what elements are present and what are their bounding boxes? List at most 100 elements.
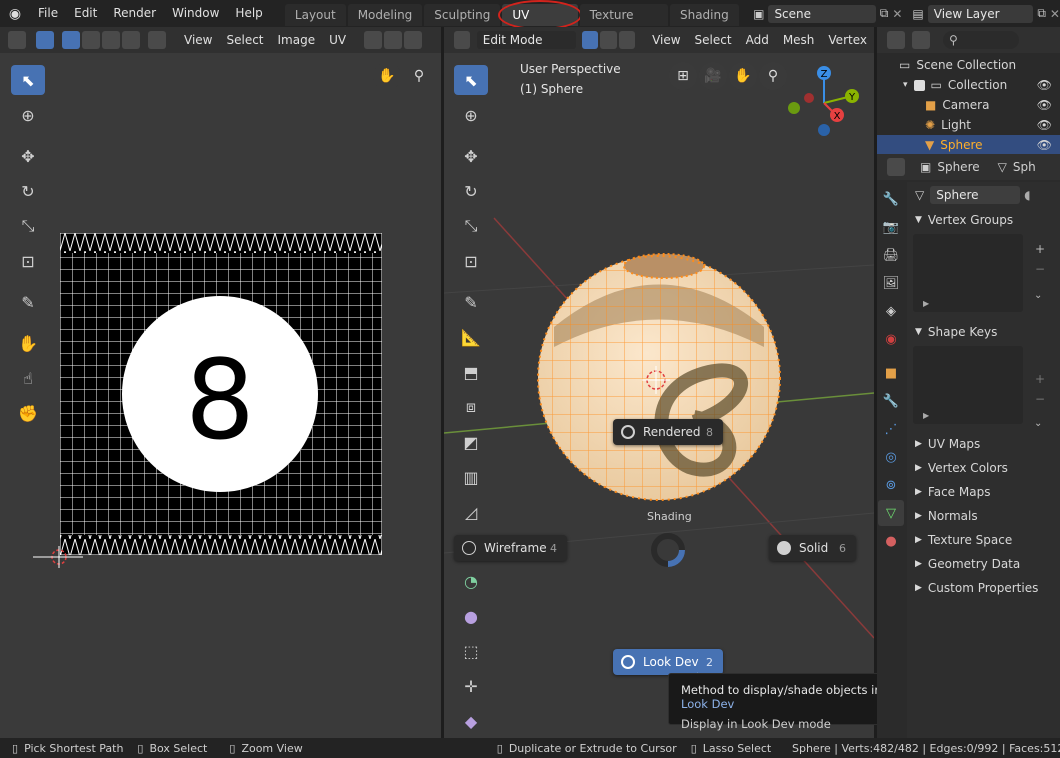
zoom-view-icon[interactable]: ⚲ <box>405 62 433 90</box>
checkbox-icon[interactable] <box>913 79 925 91</box>
tab-layout[interactable]: Layout <box>284 4 346 26</box>
outliner-search-input[interactable]: ⚲ <box>943 31 1019 49</box>
physics-tab-icon[interactable]: ◎ <box>878 444 904 470</box>
edge-mode-icon[interactable] <box>600 31 617 49</box>
outliner-scene-collection[interactable]: ▭ Scene Collection <box>877 55 1060 75</box>
pie-rendered-button[interactable]: Rendered 8 <box>613 419 723 445</box>
pivot-icon[interactable] <box>364 31 383 49</box>
knife-tool-icon[interactable]: ◿ <box>454 497 488 527</box>
scene-field[interactable]: Scene <box>768 4 876 23</box>
snap-icon[interactable] <box>384 31 403 49</box>
data-tab-icon[interactable]: ▽ <box>878 500 904 526</box>
sk-menu-icon[interactable]: ⌄ <box>1034 418 1042 429</box>
fake-user-icon[interactable]: ◖ <box>1024 188 1030 202</box>
particles-tab-icon[interactable]: ⋰ <box>878 416 904 442</box>
render-tab-icon[interactable]: 📷 <box>878 214 904 240</box>
output-tab-icon[interactable]: 🖨 <box>878 242 904 268</box>
uv-menu-view[interactable]: View <box>177 33 219 47</box>
editor-type-icon[interactable] <box>8 31 26 49</box>
outliner-sphere[interactable]: ▼ Sphere 👁 <box>877 135 1060 155</box>
scene-tab-icon[interactable]: ◈ <box>878 298 904 324</box>
vp-annotate-tool-icon[interactable]: ✎ <box>454 287 488 317</box>
extrude-tool-icon[interactable]: ⬒ <box>454 357 488 387</box>
vp-scale-tool-icon[interactable]: ⤡ <box>454 211 488 241</box>
sk-list-expand-icon[interactable]: ▶ <box>923 411 929 420</box>
new-scene-icon[interactable]: ⧉ <box>880 6 889 21</box>
uv-menu-select[interactable]: Select <box>219 33 270 47</box>
proportional-edit-icon[interactable] <box>404 31 423 49</box>
spin-tool-icon[interactable]: ◔ <box>454 566 488 596</box>
select-box-tool-icon[interactable]: ⬉ <box>11 65 45 95</box>
panel-face-maps[interactable]: ▶ Face Maps <box>907 480 1060 504</box>
view-layer-tab-icon[interactable]: 🖼 <box>878 270 904 296</box>
vp-pan-icon[interactable]: ✋ <box>729 62 757 90</box>
panel-normals[interactable]: ▶ Normals <box>907 504 1060 528</box>
uv-texture-image[interactable]: 8 <box>59 232 383 556</box>
vp-measure-tool-icon[interactable]: 📐 <box>454 322 488 352</box>
new-view-layer-icon[interactable]: ⧉ <box>1037 6 1046 21</box>
uv-editor[interactable]: View Select Image UV ⬉ ⊕ ✥ ↻ ⤡ ⊡ ✎ ✋ ☝ ✊… <box>0 27 441 738</box>
grab-tool-icon[interactable]: ✋ <box>11 328 45 358</box>
edge-select-icon[interactable] <box>82 31 100 49</box>
outliner-camera[interactable]: ■ Camera 👁 <box>877 95 1060 115</box>
expand-arrow-icon[interactable]: ▾ <box>903 80 908 90</box>
mode-dropdown[interactable]: Edit Mode <box>476 31 576 49</box>
menu-edit[interactable]: Edit <box>66 0 105 27</box>
shape-keys-list[interactable]: ▶ <box>913 346 1023 424</box>
island-select-icon[interactable] <box>122 31 140 49</box>
pinch-tool-icon[interactable]: ✊ <box>11 398 45 428</box>
panel-shape-keys[interactable]: ▼ Shape Keys <box>907 320 1060 344</box>
vp-select-tool-icon[interactable]: ⬉ <box>454 65 488 95</box>
display-mode-icon[interactable] <box>912 31 930 49</box>
outliner-collection[interactable]: ▾ ▭ Collection 👁 <box>877 75 1060 95</box>
sphere-eye-icon[interactable]: 👁 <box>1037 138 1052 152</box>
vp-move-tool-icon[interactable]: ✥ <box>454 141 488 171</box>
tab-modeling[interactable]: Modeling <box>347 4 423 26</box>
sphere-mesh[interactable] <box>534 252 784 512</box>
panel-custom-properties[interactable]: ▶ Custom Properties <box>907 576 1060 600</box>
sticky-mode-icon[interactable] <box>148 31 166 49</box>
vertex-mode-icon[interactable] <box>582 31 599 49</box>
relax-tool-icon[interactable]: ☝ <box>11 363 45 393</box>
light-eye-icon[interactable]: 👁 <box>1037 118 1052 132</box>
blender-logo-icon[interactable]: ◉ <box>0 6 30 22</box>
vp-rotate-tool-icon[interactable]: ↻ <box>454 176 488 206</box>
transform-tool-icon[interactable]: ⊡ <box>11 246 45 276</box>
outliner-editor-type-icon[interactable] <box>887 31 905 49</box>
rotate-tool-icon[interactable]: ↻ <box>11 176 45 206</box>
object-tab-icon[interactable]: ■ <box>878 360 904 386</box>
vp-menu-select[interactable]: Select <box>688 33 739 47</box>
bevel-tool-icon[interactable]: ◩ <box>454 427 488 457</box>
3d-viewport[interactable]: Edit Mode View Select Add Mesh Vertex Us… <box>444 27 874 738</box>
vertex-groups-list[interactable]: ▶ <box>913 234 1023 312</box>
view-layer-field[interactable]: View Layer <box>927 4 1034 23</box>
vertex-select-icon[interactable] <box>62 31 80 49</box>
sk-remove-icon[interactable]: − <box>1035 392 1045 406</box>
tab-texture-paint[interactable]: Texture Paint <box>579 4 668 44</box>
outliner-light[interactable]: ✺ Light 👁 <box>877 115 1060 135</box>
menu-file[interactable]: File <box>30 0 66 27</box>
vp-cursor-tool-icon[interactable]: ⊕ <box>454 100 488 130</box>
mesh-datablock-icon[interactable]: ▽ <box>915 188 924 202</box>
tab-uv-editing[interactable]: UV Editing <box>498 0 582 44</box>
2d-cursor-icon[interactable] <box>33 546 83 568</box>
close-scene-icon[interactable]: ✕ <box>892 7 902 21</box>
camera-view-icon[interactable]: 🎥 <box>699 62 727 90</box>
vp-transform-tool-icon[interactable]: ⊡ <box>454 246 488 276</box>
eye-icon[interactable]: 👁 <box>1037 78 1052 92</box>
uv-menu-uv[interactable]: UV <box>322 33 353 47</box>
properties-editor-type-icon[interactable] <box>887 158 905 176</box>
axis-gizmo[interactable]: Z Y X <box>784 63 864 143</box>
menu-render[interactable]: Render <box>105 0 164 27</box>
loop-cut-tool-icon[interactable]: ▥ <box>454 462 488 492</box>
vp-menu-view[interactable]: View <box>645 33 687 47</box>
vp-menu-add[interactable]: Add <box>739 33 776 47</box>
edge-slide-tool-icon[interactable]: ⬚ <box>454 636 488 666</box>
properties-editor[interactable]: ▣ Sphere ▽ Sph 🔧 📷 🖨 🖼 ◈ ◉ ■ 🔧 ⋰ ◎ ⊚ ▽ ●… <box>877 154 1060 738</box>
inset-tool-icon[interactable]: ⧈ <box>454 392 488 422</box>
tab-sculpting[interactable]: Sculpting <box>424 4 501 26</box>
menu-window[interactable]: Window <box>164 0 227 27</box>
panel-vertex-colors[interactable]: ▶ Vertex Colors <box>907 456 1060 480</box>
constraints-tab-icon[interactable]: ⊚ <box>878 472 904 498</box>
toggle-perspective-icon[interactable]: ⊞ <box>669 62 697 90</box>
